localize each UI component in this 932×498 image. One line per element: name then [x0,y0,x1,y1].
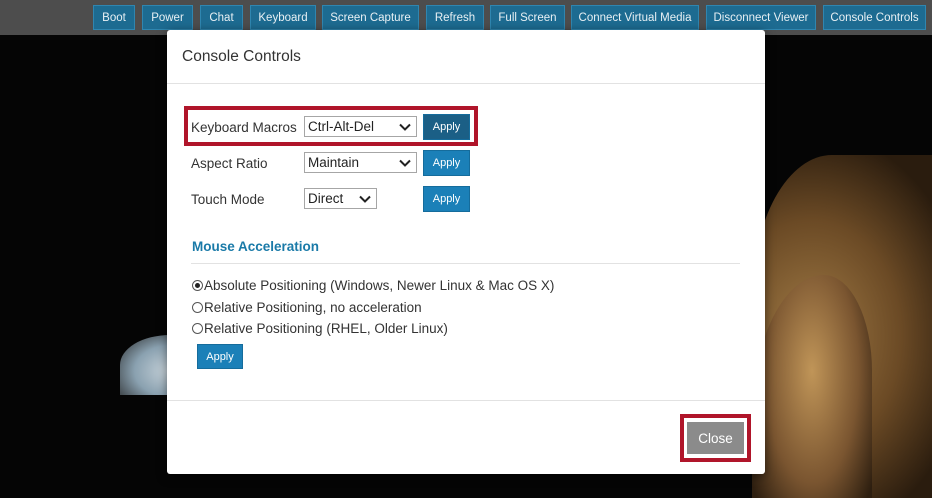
full-screen-button[interactable]: Full Screen [490,5,565,30]
chat-button[interactable]: Chat [200,5,243,30]
disconnect-viewer-button[interactable]: Disconnect Viewer [706,5,816,30]
touch-mode-apply-button[interactable]: Apply [423,186,470,212]
mouse-acceleration-heading: Mouse Acceleration [192,239,320,254]
radio-icon[interactable] [192,280,203,291]
aspect-ratio-label: Aspect Ratio [191,156,268,171]
boot-button[interactable]: Boot [93,5,135,30]
relative-rhel-option[interactable]: Relative Positioning (RHEL, Older Linux) [192,321,448,336]
chevron-down-icon [399,159,411,167]
divider [191,263,740,264]
screen-capture-button[interactable]: Screen Capture [322,5,419,30]
radio-icon[interactable] [192,323,203,334]
console-controls-dialog: Console Controls Keyboard Macros Ctrl-Al… [167,30,765,474]
absolute-positioning-option[interactable]: Absolute Positioning (Windows, Newer Lin… [192,278,554,293]
touch-mode-label: Touch Mode [191,192,265,207]
divider [167,83,765,84]
keyboard-button[interactable]: Keyboard [250,5,316,30]
radio-icon[interactable] [192,302,203,313]
highlight-box [184,106,478,146]
aspect-ratio-value: Maintain [308,155,360,170]
power-button[interactable]: Power [142,5,193,30]
absolute-positioning-label: Absolute Positioning (Windows, Newer Lin… [204,278,555,293]
console-controls-button[interactable]: Console Controls [823,5,926,30]
divider [167,400,765,401]
chevron-down-icon [359,195,371,203]
aspect-ratio-select[interactable]: Maintain [304,152,417,173]
relative-rhel-label: Relative Positioning (RHEL, Older Linux) [204,321,448,336]
connect-virtual-media-button[interactable]: Connect Virtual Media [571,5,699,30]
highlight-box [680,414,751,462]
relative-no-accel-label: Relative Positioning, no acceleration [204,300,422,315]
touch-mode-select[interactable]: Direct [304,188,377,209]
relative-no-accel-option[interactable]: Relative Positioning, no acceleration [192,300,422,315]
aspect-ratio-apply-button[interactable]: Apply [423,150,470,176]
touch-mode-value: Direct [308,191,344,206]
mouse-acceleration-apply-button[interactable]: Apply [197,344,243,369]
dialog-title: Console Controls [182,48,301,65]
refresh-button[interactable]: Refresh [426,5,484,30]
